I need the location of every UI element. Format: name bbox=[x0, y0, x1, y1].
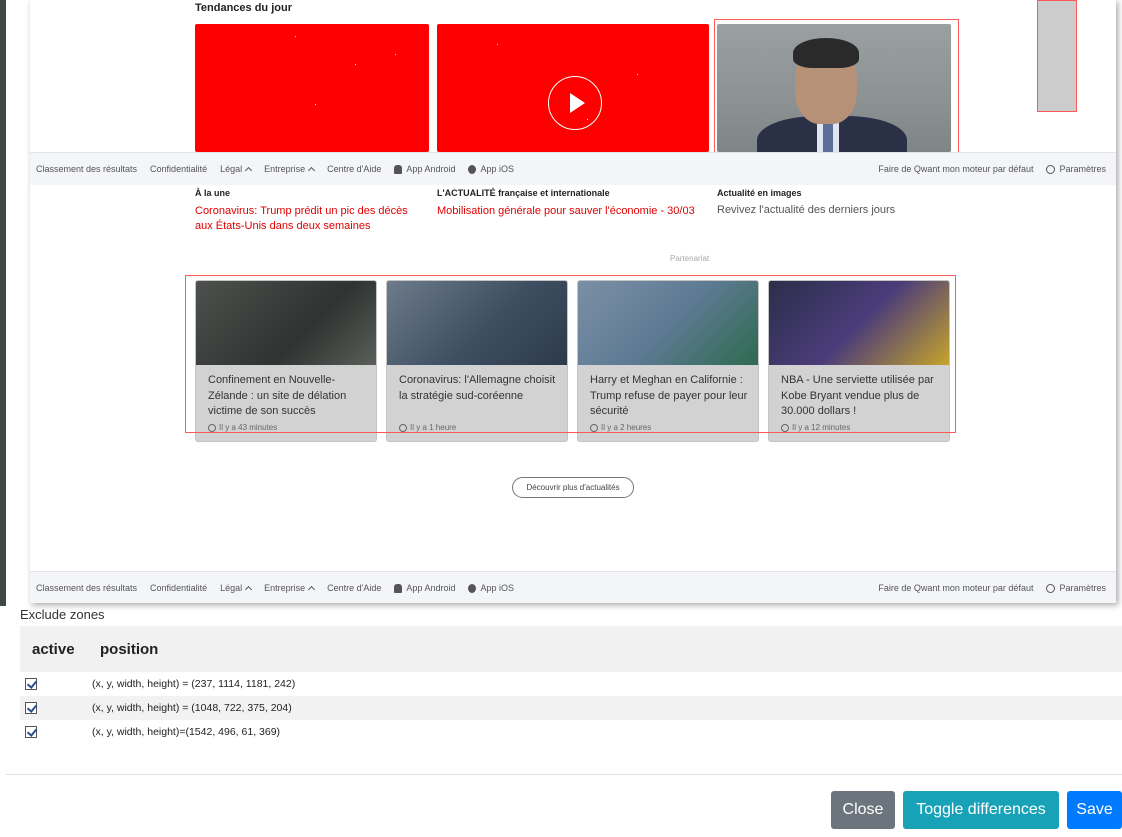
zone-position: (x, y, width, height) = (237, 1114, 1181… bbox=[92, 678, 296, 690]
diff-box-right-strip bbox=[1037, 0, 1077, 112]
footer-android-label: App Android bbox=[406, 164, 456, 174]
trends-title: Tendances du jour bbox=[195, 2, 292, 14]
footer-company-label: Entreprise bbox=[264, 164, 306, 174]
chevron-up-icon bbox=[308, 166, 316, 175]
apple-icon bbox=[468, 583, 477, 593]
footer-settings-label: Paramètres bbox=[1059, 164, 1106, 174]
android-icon bbox=[394, 583, 403, 593]
footer-link-ios[interactable]: App iOS bbox=[468, 164, 514, 174]
gear-icon bbox=[1046, 164, 1056, 174]
zone-position: (x, y, width, height) = (1048, 722, 375,… bbox=[92, 702, 292, 714]
footer-link-ios[interactable]: App iOS bbox=[468, 583, 514, 593]
headline-col-1-title: À la une bbox=[195, 188, 231, 198]
footer-link-default-engine[interactable]: Faire de Qwant mon moteur par défaut bbox=[878, 164, 1033, 174]
chevron-up-icon bbox=[308, 585, 316, 594]
footer-company-label: Entreprise bbox=[264, 583, 306, 593]
headline-col-2: L'ACTUALITÉ française et internationale … bbox=[437, 188, 697, 219]
footer-legal-label: Légal bbox=[220, 164, 243, 174]
footer-link-settings[interactable]: Paramètres bbox=[1046, 583, 1106, 593]
discover-more-button[interactable]: Découvrir plus d'actualités bbox=[512, 477, 634, 498]
footer-link-android[interactable]: App Android bbox=[394, 583, 455, 593]
footer-bar-top: Classement des résultats Confidentialité… bbox=[30, 152, 1116, 185]
table-header: active position bbox=[20, 626, 1122, 672]
footer-android-label: App Android bbox=[406, 583, 456, 593]
headline-col-3: Actualité en images Revivez l'actualité … bbox=[717, 188, 957, 216]
save-button[interactable]: Save bbox=[1067, 791, 1122, 829]
diff-box-portrait bbox=[714, 19, 959, 153]
footer-link-legal[interactable]: Légal bbox=[220, 164, 253, 175]
screenshot-preview: Tendances du jour Classement des résulta… bbox=[30, 0, 1116, 603]
table-row: (x, y, width, height) = (237, 1114, 1181… bbox=[20, 672, 1122, 696]
exclude-zones-title: Exclude zones bbox=[20, 607, 105, 622]
footer-link-legal[interactable]: Légal bbox=[220, 583, 253, 594]
trend-card-diff-2 bbox=[437, 24, 709, 152]
footer-ios-label: App iOS bbox=[480, 583, 514, 593]
headline-col-1: À la une Coronavirus: Trump prédit un pi… bbox=[195, 188, 425, 234]
play-icon[interactable] bbox=[548, 76, 602, 130]
footer-link-ranking[interactable]: Classement des résultats bbox=[36, 583, 137, 593]
footer-link-help[interactable]: Centre d'Aide bbox=[327, 164, 381, 174]
footer-settings-label: Paramètres bbox=[1059, 583, 1106, 593]
footer-link-privacy[interactable]: Confidentialité bbox=[150, 583, 207, 593]
footer-link-android[interactable]: App Android bbox=[394, 164, 455, 174]
headline-col-1-text[interactable]: Coronavirus: Trump prédit un pic des déc… bbox=[195, 204, 425, 234]
exclude-zones-table: active position (x, y, width, height) = … bbox=[20, 626, 1122, 744]
table-row: (x, y, width, height)=(1542, 496, 61, 36… bbox=[20, 720, 1122, 744]
chevron-up-icon bbox=[245, 585, 253, 594]
footer-divider bbox=[6, 774, 1122, 775]
chevron-up-icon bbox=[245, 166, 253, 175]
header-position: position bbox=[100, 640, 159, 658]
active-checkbox[interactable] bbox=[25, 678, 37, 690]
footer-link-help[interactable]: Centre d'Aide bbox=[327, 583, 381, 593]
footer-link-default-engine[interactable]: Faire de Qwant mon moteur par défaut bbox=[878, 583, 1033, 593]
footer-ios-label: App iOS bbox=[480, 164, 514, 174]
table-row: (x, y, width, height) = (1048, 722, 375,… bbox=[20, 696, 1122, 720]
footer-link-settings[interactable]: Paramètres bbox=[1046, 164, 1106, 174]
footer-link-company[interactable]: Entreprise bbox=[264, 164, 316, 175]
footer-legal-label: Légal bbox=[220, 583, 243, 593]
active-checkbox[interactable] bbox=[25, 726, 37, 738]
diff-box-news bbox=[185, 275, 956, 433]
trend-card-diff-1 bbox=[195, 24, 429, 152]
headline-col-3-text[interactable]: Revivez l'actualité des derniers jours bbox=[717, 204, 957, 216]
header-active: active bbox=[32, 640, 75, 658]
apple-icon bbox=[468, 164, 477, 174]
footer-bar-bottom: Classement des résultats Confidentialité… bbox=[30, 571, 1116, 603]
close-button[interactable]: Close bbox=[831, 791, 895, 829]
footer-link-privacy[interactable]: Confidentialité bbox=[150, 164, 207, 174]
headline-col-3-title: Actualité en images bbox=[717, 188, 802, 198]
android-icon bbox=[394, 164, 403, 174]
headline-col-2-text[interactable]: Mobilisation générale pour sauver l'écon… bbox=[437, 204, 697, 219]
gear-icon bbox=[1046, 583, 1056, 593]
zone-position: (x, y, width, height)=(1542, 496, 61, 36… bbox=[92, 726, 281, 738]
toggle-differences-button[interactable]: Toggle differences bbox=[903, 791, 1059, 829]
headline-col-2-title: L'ACTUALITÉ française et internationale bbox=[437, 188, 610, 198]
active-checkbox[interactable] bbox=[25, 702, 37, 714]
footer-link-ranking[interactable]: Classement des résultats bbox=[36, 164, 137, 174]
footer-link-company[interactable]: Entreprise bbox=[264, 583, 316, 594]
left-gutter bbox=[6, 0, 30, 606]
partenariat-label: Partenariat bbox=[670, 254, 710, 263]
